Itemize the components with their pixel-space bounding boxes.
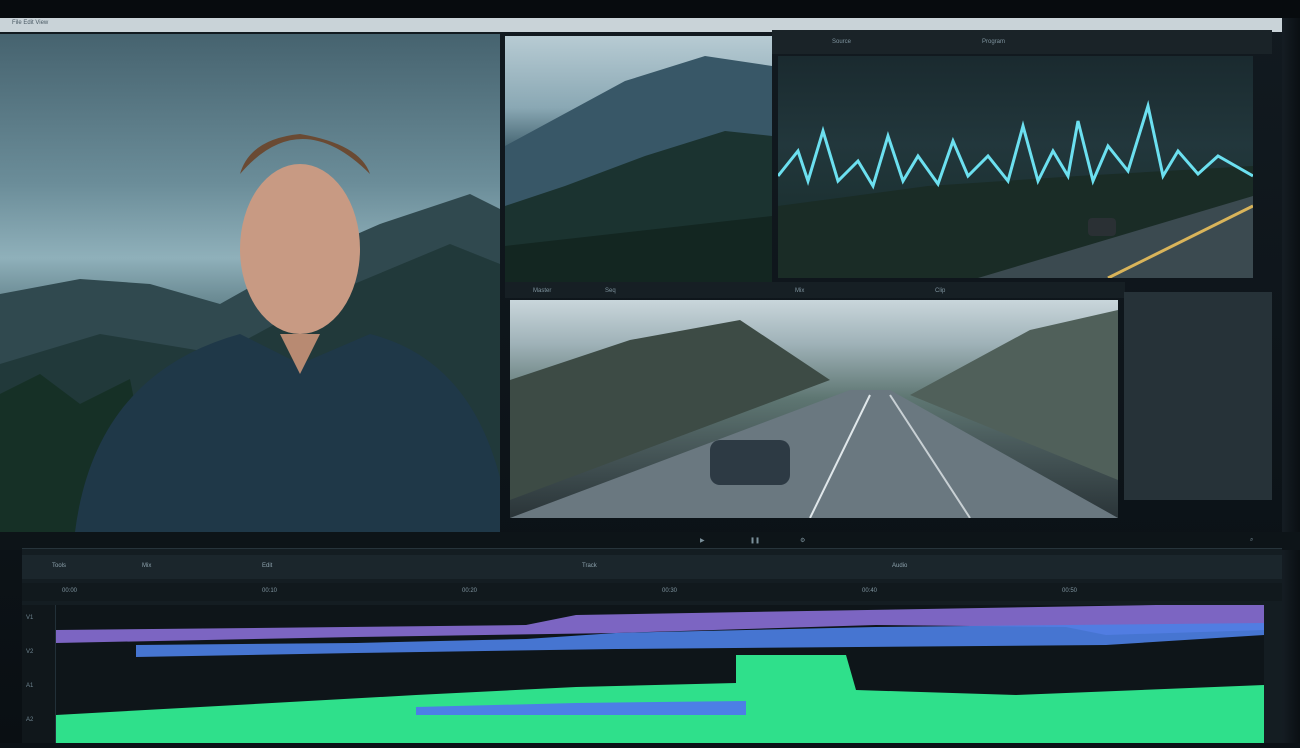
viewer-label-strip: Master Seq Mix Clip (505, 282, 1125, 298)
waveform-frame (778, 100, 1253, 278)
forest-viewer[interactable] (505, 36, 772, 292)
road-viewer[interactable] (510, 300, 1118, 518)
empty-viewer[interactable] (1124, 292, 1272, 500)
tool-tools[interactable]: Tools (52, 563, 66, 569)
menubar-left[interactable]: File Edit View (12, 20, 48, 26)
editor-screen: File Edit View Source Program Master Seq… (0, 0, 1300, 743)
tool-mix[interactable]: Mix (142, 563, 151, 569)
tool-audio[interactable]: Audio (892, 563, 907, 569)
timeline-ruler[interactable]: 00:00 00:10 00:20 00:30 00:40 00:50 (22, 583, 1282, 601)
ruler-tick: 00:40 (862, 588, 878, 594)
main-viewer[interactable] (0, 34, 500, 532)
track-headers: V1 V2 A1 A2 (22, 605, 56, 743)
track-label-a2[interactable]: A2 (26, 717, 33, 723)
waveform-viewer[interactable] (778, 56, 1253, 278)
portrait-frame (0, 134, 500, 532)
label-clip[interactable]: Clip (935, 288, 945, 294)
wave-panel-header: Source Program (772, 30, 1272, 54)
tool-track[interactable]: Track (582, 563, 597, 569)
timeline-panel: Tools Mix Edit Track Audio 00:00 00:10 0… (22, 548, 1282, 743)
tab-source[interactable]: Source (832, 39, 851, 45)
track-label-a1[interactable]: A1 (26, 683, 33, 689)
label-seq[interactable]: Seq (605, 288, 616, 294)
label-master[interactable]: Master (533, 288, 551, 294)
ruler-tick: 00:20 (462, 588, 478, 594)
track-label-v1[interactable]: V1 (26, 615, 33, 621)
zoom-icon[interactable]: ⌕ (1250, 537, 1253, 544)
play-icon[interactable]: ▶ (700, 537, 705, 544)
tool-edit[interactable]: Edit (262, 563, 272, 569)
road-frame (510, 310, 1118, 518)
track-graph (56, 605, 1264, 743)
ruler-tick: 00:10 (262, 588, 278, 594)
screen-edge (1282, 18, 1300, 743)
ruler-tick: 00:30 (662, 588, 678, 594)
timeline-tracks[interactable] (56, 605, 1264, 743)
label-mix[interactable]: Mix (795, 288, 804, 294)
track-label-v2[interactable]: V2 (26, 649, 33, 655)
monitor-bezel (0, 0, 1300, 18)
pause-icon[interactable]: ❚❚ (750, 537, 760, 544)
ruler-tick: 00:00 (62, 588, 78, 594)
ruler-tick: 00:50 (1062, 588, 1078, 594)
settings-icon[interactable]: ⚙ (800, 537, 805, 544)
timeline-toolbar: Tools Mix Edit Track Audio (22, 555, 1282, 579)
forest-frame (505, 56, 772, 292)
tab-program[interactable]: Program (982, 39, 1005, 45)
